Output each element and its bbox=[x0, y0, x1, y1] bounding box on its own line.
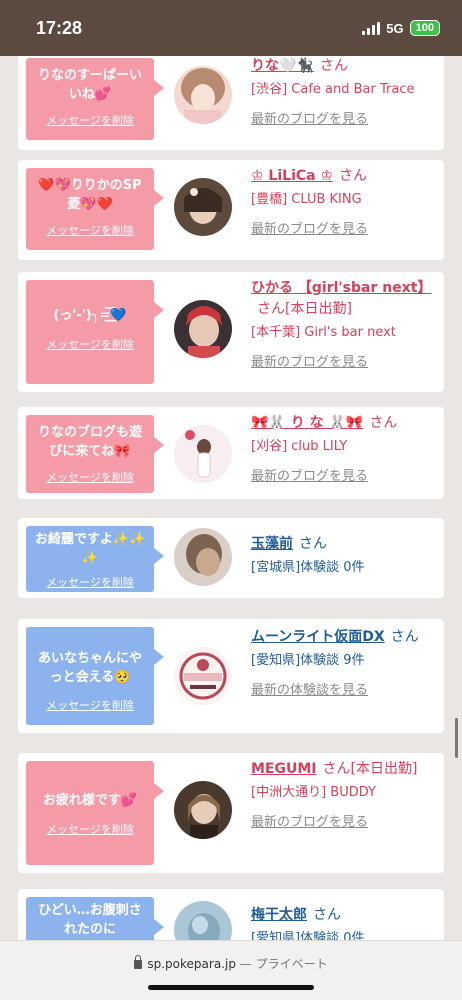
url-display[interactable]: sp.pokepara.jp — プライベート bbox=[0, 955, 462, 972]
message-bubble: お疲れ様です💕 メッセージを削除 bbox=[26, 761, 164, 865]
message-feed[interactable]: りなのすーぱーいいね💕 メッセージを削除 りな🤍🐈‍⬛ さん [渋谷] Cafe … bbox=[0, 56, 462, 940]
message-text: お綺麗ですよ✨✨✨ bbox=[34, 532, 146, 566]
message-bubble: ❤️💖りりかのSP菱💖❤️ メッセージを削除 bbox=[26, 168, 164, 250]
shop-label: [本千葉] Girl's bar next bbox=[251, 325, 396, 340]
honorific: さん bbox=[322, 761, 351, 777]
sender-name-link[interactable]: 梅干太郎 bbox=[251, 907, 307, 923]
message-bubble: (っ'-')╮=͟͟͞͞💙 メッセージを削除 bbox=[26, 280, 164, 384]
shop-label: [渋谷] Cafe and Bar Trace bbox=[251, 82, 415, 97]
working-today-badge: [本日出勤] bbox=[350, 761, 418, 777]
latest-blog-link[interactable]: 最新のブログを見る bbox=[251, 811, 439, 830]
status-indicators: 5G 100 bbox=[362, 20, 440, 36]
signal-icon bbox=[362, 21, 381, 35]
sender-info: 玉藻前 さん [宮城県]体験談 0件 bbox=[251, 534, 439, 578]
sender-name-link[interactable]: MEGUMI bbox=[251, 761, 317, 777]
honorific: さん bbox=[299, 536, 327, 552]
scrollbar[interactable] bbox=[455, 718, 458, 758]
message-text: りなのブログも遊びに来てね🎀 bbox=[37, 425, 142, 459]
shop-label: [中洲大通り] BUDDY bbox=[251, 785, 376, 800]
sender-name-link[interactable]: りな🤍🐈‍⬛ bbox=[251, 58, 314, 74]
message-text: ❤️💖りりかのSP菱💖❤️ bbox=[38, 178, 142, 212]
message-bubble: あいなちゃんにやっと会える🥺 メッセージを削除 bbox=[26, 627, 164, 725]
message-card: りなのブログも遊びに来てね🎀 メッセージを削除 🎀🐰 り な 🐰🎀 さん [刈谷]… bbox=[18, 407, 444, 499]
message-card: お綺麗ですよ✨✨✨ メッセージを削除 玉藻前 さん [宮城県]体験談 0件 bbox=[18, 518, 444, 598]
avatar[interactable] bbox=[174, 178, 232, 236]
avatar[interactable] bbox=[174, 300, 232, 358]
status-bar: 17:28 5G 100 bbox=[0, 0, 462, 56]
sender-info: ひかる 【girl'sbar next】さん[本日出勤] [本千葉] Girl'… bbox=[251, 278, 439, 370]
delete-message-link[interactable]: メッセージを削除 bbox=[26, 821, 154, 837]
message-text: お疲れ様です💕 bbox=[42, 793, 138, 808]
sender-info: ムーンライト仮面DX さん [愛知県]体験談 9件 最新の体験談を見る bbox=[251, 627, 439, 698]
delete-message-link[interactable]: メッセージを削除 bbox=[26, 574, 154, 590]
shop-label: [宮城県]体験談 0件 bbox=[251, 560, 365, 575]
shop-label: [愛知県]体験談 9件 bbox=[251, 653, 365, 668]
lock-icon bbox=[134, 955, 143, 969]
shop-label: [刈谷] club LILY bbox=[251, 439, 348, 454]
avatar[interactable] bbox=[174, 425, 232, 483]
sender-info: 🎀🐰 り な 🐰🎀 さん [刈谷] club LILY 最新のブログを見る bbox=[251, 413, 439, 484]
delete-message-link[interactable]: メッセージを削除 bbox=[26, 112, 154, 128]
latest-blog-link[interactable]: 最新のブログを見る bbox=[251, 465, 439, 484]
message-bubble: りなのブログも遊びに来てね🎀 メッセージを削除 bbox=[26, 415, 164, 493]
battery-icon: 100 bbox=[409, 20, 440, 36]
honorific: さん bbox=[369, 415, 398, 431]
sender-info: 梅干太郎 さん [愛知県]体験談 0件 bbox=[251, 905, 439, 940]
shop-label: [豊橋] CLUB KING bbox=[251, 192, 362, 207]
honorific: さん bbox=[390, 629, 419, 645]
sender-name-link[interactable]: ムーンライト仮面DX bbox=[251, 629, 385, 645]
latest-blog-link[interactable]: 最新のブログを見る bbox=[251, 108, 439, 127]
latest-review-link[interactable]: 最新の体験談を見る bbox=[251, 679, 439, 698]
avatar[interactable] bbox=[174, 781, 232, 839]
message-text: (っ'-')╮=͟͟͞͞💙 bbox=[53, 308, 127, 323]
message-card: お疲れ様です💕 メッセージを削除 MEGUMI さん[本日出勤] [中洲大通り] … bbox=[18, 753, 444, 873]
sender-name-link[interactable]: 🎀🐰 り な 🐰🎀 bbox=[251, 415, 363, 431]
honorific: さん bbox=[257, 301, 285, 317]
delete-message-link[interactable]: メッセージを削除 bbox=[26, 336, 154, 352]
shop-label: [愛知県]体験談 0件 bbox=[251, 931, 365, 940]
home-indicator[interactable] bbox=[148, 985, 314, 990]
sender-info: ♔ LiLiCa ♔ さん [豊橋] CLUB KING 最新のブログを見る bbox=[251, 166, 439, 237]
message-card: りなのすーぱーいいね💕 メッセージを削除 りな🤍🐈‍⬛ さん [渋谷] Cafe … bbox=[18, 56, 444, 150]
message-card: (っ'-')╮=͟͟͞͞💙 メッセージを削除 ひかる 【girl'sbar ne… bbox=[18, 272, 444, 392]
message-card: ひどい…お腹刺されたのに メッセージを削除 梅干太郎さん [愛知県]体験談 0件 bbox=[18, 889, 444, 940]
network-type: 5G bbox=[386, 20, 404, 36]
honorific: さん bbox=[319, 58, 348, 74]
private-mode-label: プライベート bbox=[255, 957, 328, 971]
message-bubble: お綺麗ですよ✨✨✨ メッセージを削除 bbox=[26, 526, 164, 592]
message-card: ❤️💖りりかのSP菱💖❤️ メッセージを削除 ♔ LiLiCa ♔ さん [豊橋]… bbox=[18, 160, 444, 260]
sender-name-link[interactable]: ひかる 【girl'sbar next】 bbox=[251, 280, 431, 296]
latest-blog-link[interactable]: 最新のブログを見る bbox=[251, 218, 439, 237]
delete-message-link[interactable]: メッセージを削除 bbox=[26, 469, 154, 485]
avatar[interactable] bbox=[174, 66, 232, 124]
sender-info: MEGUMI さん[本日出勤] [中洲大通り] BUDDY 最新のブログを見る bbox=[251, 759, 439, 830]
working-today-badge: [本日出勤] bbox=[285, 301, 352, 317]
delete-message-link[interactable]: メッセージを削除 bbox=[26, 697, 154, 713]
sender-info: りな🤍🐈‍⬛ さん [渋谷] Cafe and Bar Trace 最新のブログを… bbox=[251, 56, 439, 127]
message-text: ひどい…お腹刺されたのに bbox=[38, 903, 142, 937]
honorific: さん bbox=[339, 168, 368, 184]
avatar[interactable] bbox=[174, 528, 232, 586]
avatar[interactable] bbox=[174, 901, 232, 940]
message-text: あいなちゃんにやっと会える🥺 bbox=[37, 651, 142, 685]
message-card: あいなちゃんにやっと会える🥺 メッセージを削除 ムーンライト仮面DX さん [愛知… bbox=[18, 619, 444, 733]
avatar[interactable] bbox=[174, 647, 232, 705]
latest-blog-link[interactable]: 最新のブログを見る bbox=[251, 351, 439, 370]
url-domain: sp.pokepara.jp bbox=[147, 957, 236, 971]
sender-name-link[interactable]: ♔ LiLiCa ♔ bbox=[251, 168, 333, 184]
browser-url-bar[interactable]: sp.pokepara.jp — プライベート bbox=[0, 940, 462, 1000]
url-separator: — bbox=[239, 957, 252, 971]
message-bubble: りなのすーぱーいいね💕 メッセージを削除 bbox=[26, 58, 164, 140]
message-bubble: ひどい…お腹刺されたのに メッセージを削除 bbox=[26, 897, 164, 940]
message-text: りなのすーぱーいいね💕 bbox=[37, 68, 142, 102]
honorific: さん bbox=[313, 907, 341, 923]
delete-message-link[interactable]: メッセージを削除 bbox=[26, 222, 154, 238]
sender-name-link[interactable]: 玉藻前 bbox=[251, 536, 293, 552]
status-time: 17:28 bbox=[36, 18, 83, 38]
